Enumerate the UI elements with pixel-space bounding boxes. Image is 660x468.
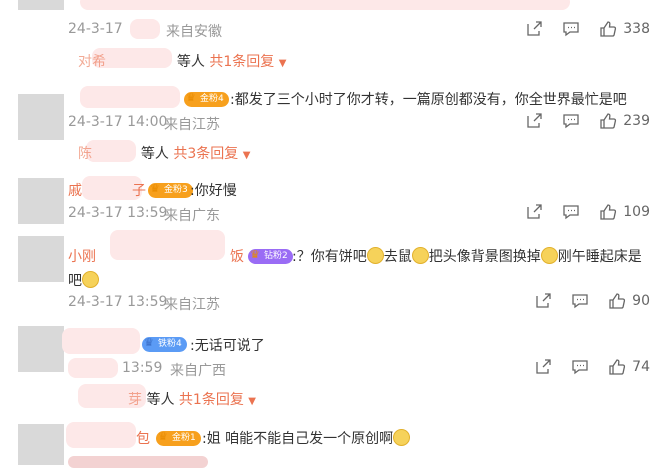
- avatar[interactable]: [18, 424, 64, 465]
- avatar[interactable]: [18, 326, 64, 372]
- comment-text: :姐 咱能不能自己发一个原创啊: [202, 428, 411, 448]
- comment-icon[interactable]: [560, 18, 582, 40]
- comment-text: :？你有饼吧 去鼠 把头像背景图换掉 刚午睡起床是: [292, 247, 642, 265]
- comment-text-cont: 吧: [68, 270, 99, 290]
- like-count: 239: [623, 113, 650, 129]
- like-count: 74: [632, 359, 650, 375]
- fan-badge: ♛ 钻粉2: [248, 248, 293, 264]
- reply-summary[interactable]: 陈 等人 共3条回复 ▼: [78, 143, 250, 163]
- comment-time: 24-3-17 13:59: [68, 294, 168, 310]
- emoji-icon: [540, 247, 558, 264]
- user-name[interactable]: 包: [136, 428, 150, 448]
- like-icon[interactable]: [597, 110, 619, 132]
- blurred-name: [110, 230, 225, 260]
- like-count: 90: [632, 293, 650, 309]
- comment-icon[interactable]: [560, 201, 582, 223]
- fan-badge: ♛ 金粉3: [148, 182, 193, 198]
- comment-item: 小刚 饭 ♛ 钻粉2 :？你有饼吧 去鼠 把头像背景图换掉 刚午睡起床是 吧 24-3-…: [0, 230, 660, 320]
- comment-actions: 109: [508, 201, 650, 223]
- chevron-down-icon: ▼: [242, 150, 251, 161]
- user-name-tail[interactable]: 饭: [230, 246, 244, 266]
- blurred-text: [80, 0, 570, 10]
- avatar[interactable]: [18, 0, 64, 10]
- emoji-icon: [366, 247, 384, 264]
- crown-icon: ♛: [186, 91, 196, 104]
- comment-actions: 338: [508, 18, 650, 40]
- chevron-down-icon: ▼: [278, 58, 287, 69]
- user-name[interactable]: 小刚: [68, 246, 96, 266]
- crown-icon: ♛: [144, 336, 154, 349]
- fan-badge: ♛ 铁粉4: [142, 336, 187, 352]
- like-icon[interactable]: [606, 290, 628, 312]
- emoji-icon: [82, 271, 99, 288]
- user-name-tail[interactable]: 子: [132, 180, 146, 200]
- avatar[interactable]: [18, 94, 64, 140]
- emoji-icon: [393, 429, 411, 446]
- comment-item: 24-3-17 来自安徽 338 对希 等人 共1条回复 ▼: [0, 0, 660, 80]
- comment-text: :都发了三个小时了你才转，一篇原创都没有，你全世界最忙是吧: [230, 92, 627, 108]
- comment-item: ♛ 金粉4 :都发了三个小时了你才转，一篇原创都没有，你全世界最忙是吧 24-3-…: [0, 80, 660, 170]
- like-count: 109: [623, 204, 650, 220]
- crown-icon: ♛: [250, 248, 260, 261]
- comment-item: 戚 子 ♛ 金粉3 :你好慢 24-3-17 13:59 来自广东 109: [0, 170, 660, 230]
- comment-text: :无话可说了: [190, 338, 265, 354]
- comment-actions: 90: [517, 290, 650, 312]
- avatar[interactable]: [18, 236, 64, 282]
- comment-actions: 74: [517, 356, 650, 378]
- blurred-name: [66, 422, 136, 448]
- fan-badge: ♛ 金粉4: [184, 91, 229, 107]
- reply-summary[interactable]: 芽 等人 共1条回复 ▼: [128, 389, 256, 409]
- user-name[interactable]: 戚: [68, 180, 82, 200]
- share-icon[interactable]: [523, 201, 545, 223]
- chevron-down-icon: ▼: [248, 396, 256, 407]
- comment-icon[interactable]: [569, 356, 591, 378]
- comment-location: 来自安徽: [166, 24, 222, 40]
- share-icon[interactable]: [523, 18, 545, 40]
- comment-text: :你好慢: [190, 183, 237, 199]
- comment-location: 来自广东: [164, 208, 220, 224]
- fan-badge: ♛ 金粉1: [156, 430, 201, 446]
- reply-summary[interactable]: 对希 等人 共1条回复 ▼: [78, 51, 286, 71]
- comment-actions: 239: [508, 110, 650, 132]
- share-icon[interactable]: [532, 356, 554, 378]
- like-icon[interactable]: [597, 201, 619, 223]
- crown-icon: ♛: [158, 430, 168, 443]
- like-icon[interactable]: [597, 18, 619, 40]
- blurred-text: [130, 19, 160, 39]
- emoji-icon: [411, 247, 429, 264]
- comment-icon[interactable]: [560, 110, 582, 132]
- share-icon[interactable]: [523, 110, 545, 132]
- blurred-text: [68, 358, 118, 378]
- like-icon[interactable]: [606, 356, 628, 378]
- avatar[interactable]: [18, 178, 64, 224]
- comment-time: 24-3-17 14:00: [68, 114, 168, 130]
- crown-icon: ♛: [150, 182, 160, 195]
- comment-icon[interactable]: [569, 290, 591, 312]
- blurred-text: [68, 456, 208, 468]
- blurred-name: [62, 328, 140, 354]
- comment-time: 24-3-17: [68, 21, 123, 37]
- comment-time: 13:59: [122, 360, 163, 376]
- comment-location: 来自江苏: [164, 117, 220, 133]
- comment-item: 包 ♛ 金粉1 :姐 咱能不能自己发一个原创啊: [0, 420, 660, 468]
- like-count: 338: [623, 21, 650, 37]
- blurred-name: [80, 86, 180, 108]
- comment-item: ♛ 铁粉4 :无话可说了 13:59 来自广西 74 芽 等人 共1条回复 ▼: [0, 320, 660, 420]
- comment-time: 24-3-17 13:59: [68, 205, 168, 221]
- comment-location: 来自江苏: [164, 297, 220, 313]
- share-icon[interactable]: [532, 290, 554, 312]
- comment-location: 来自广西: [170, 363, 226, 379]
